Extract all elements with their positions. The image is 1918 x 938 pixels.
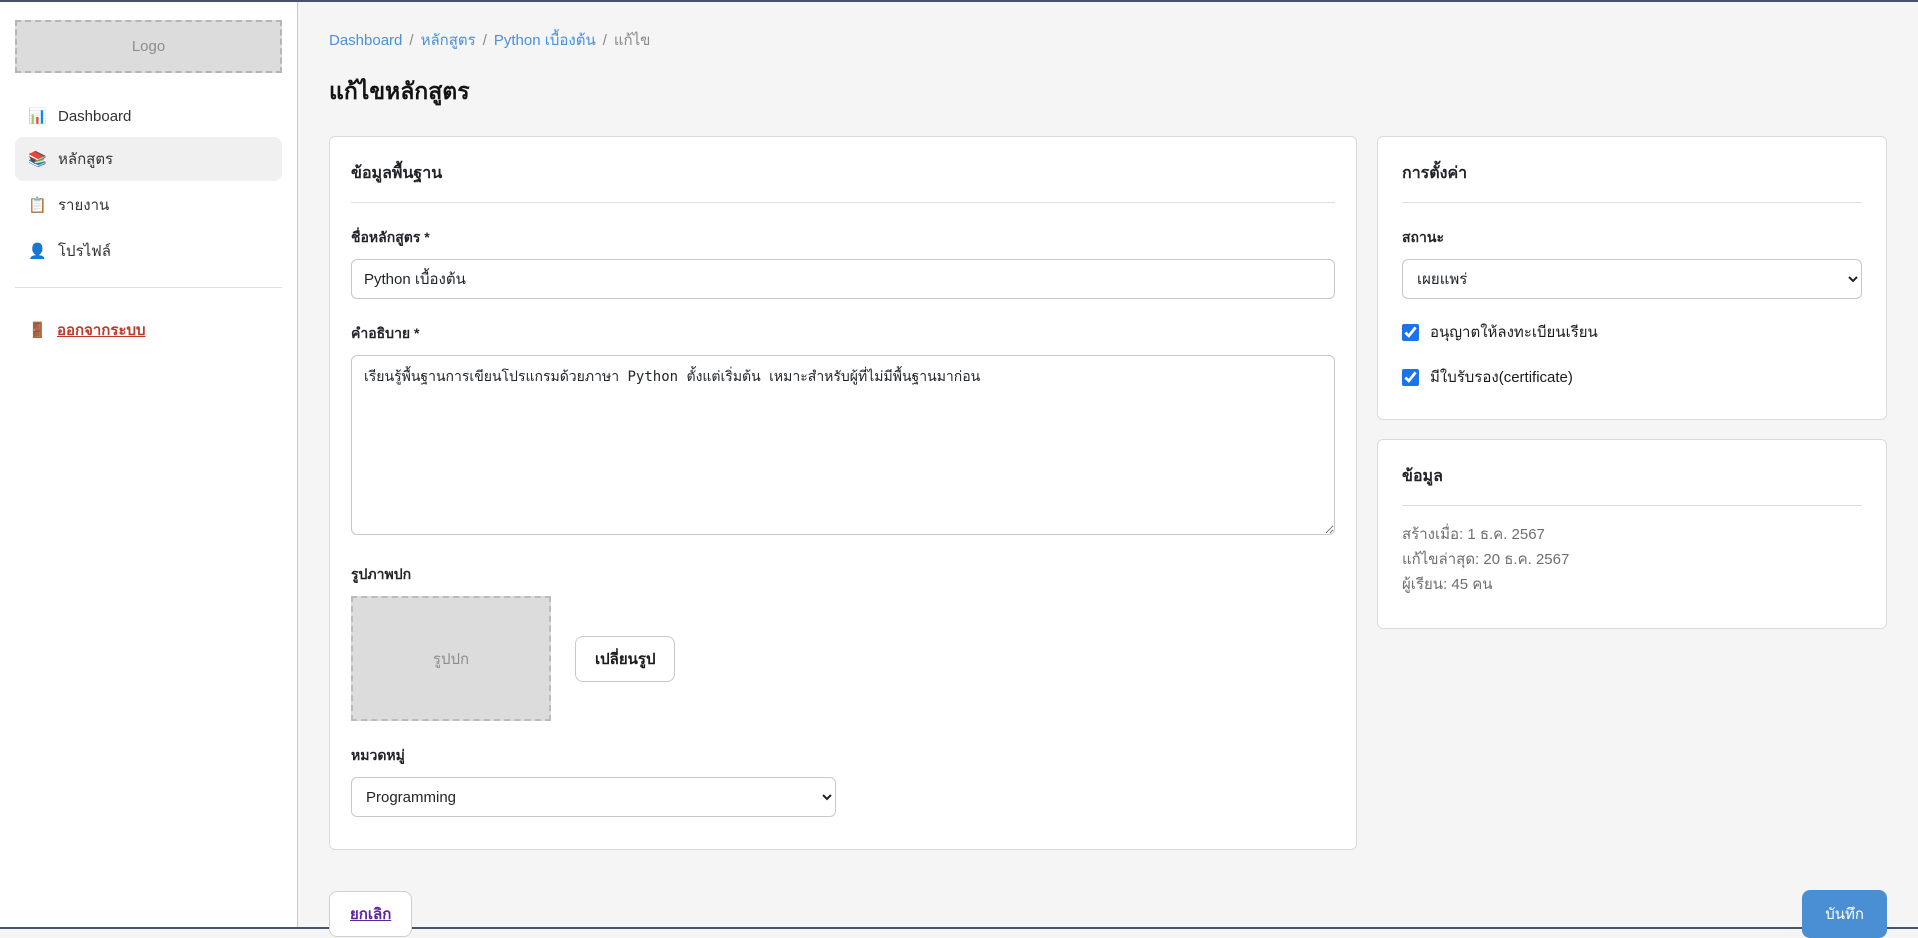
sidebar-item-label: Dashboard xyxy=(58,108,131,125)
action-bar: ยกเลิก บันทึก xyxy=(329,890,1887,938)
last-modified-text: แก้ไขล่าสุด: 20 ธ.ค. 2567 xyxy=(1402,549,1862,571)
bar-chart-icon: 📊 xyxy=(28,107,47,125)
person-icon: 👤 xyxy=(28,242,47,260)
cover-image-row: รูปปก เปลี่ยนรูป xyxy=(351,596,1335,721)
breadcrumb-current: แก้ไข xyxy=(614,32,651,49)
description-textarea[interactable]: เรียนรู้พื้นฐานการเขียนโปรแกรมด้วยภาษา P… xyxy=(351,355,1335,535)
card-divider xyxy=(1402,202,1862,203)
breadcrumb-separator: / xyxy=(409,32,413,49)
change-image-button[interactable]: เปลี่ยนรูป xyxy=(575,636,675,682)
main-content: Dashboard / หลักสูตร / Python เบื้องต้น / แก้ไ… xyxy=(298,2,1918,927)
certificate-label: มีใบรับรอง(certificate) xyxy=(1430,365,1573,389)
clipboard-icon: 📋 xyxy=(28,196,47,214)
allow-enrollment-label: อนุญาตให้ลงทะเบียนเรียน xyxy=(1430,320,1598,344)
basic-info-card: ข้อมูลพื้นฐาน ชื่อหลักสูตร * คำอธิบาย * … xyxy=(329,136,1357,850)
door-icon: 🚪 xyxy=(28,321,47,339)
basic-info-card-title: ข้อมูลพื้นฐาน xyxy=(351,161,1335,186)
sidebar-item-profile[interactable]: 👤 โปรไฟล์ xyxy=(15,229,282,273)
learner-count-text: ผู้เรียน: 45 คน xyxy=(1402,574,1862,596)
save-button[interactable]: บันทึก xyxy=(1802,890,1887,938)
description-label: คำอธิบาย * xyxy=(351,323,1335,345)
cancel-button[interactable]: ยกเลิก xyxy=(329,891,412,937)
logout-label: ออกจากระบบ xyxy=(57,318,146,342)
sidebar-nav: 📊 Dashboard 📚 หลักสูตร 📋 รายงาน 👤 โปรไฟล… xyxy=(15,97,282,273)
settings-card: การตั้งค่า สถานะ เผยแพร่ อนุญาตให้ลงทะเบ… xyxy=(1377,136,1887,420)
breadcrumb-separator: / xyxy=(603,32,607,49)
right-column: การตั้งค่า สถานะ เผยแพร่ อนุญาตให้ลงทะเบ… xyxy=(1377,136,1887,629)
sidebar-item-courses[interactable]: 📚 หลักสูตร xyxy=(15,137,282,181)
cover-image-label: รูปภาพปก xyxy=(351,564,1335,586)
content-columns: ข้อมูลพื้นฐาน ชื่อหลักสูตร * คำอธิบาย * … xyxy=(329,136,1887,850)
logo-placeholder: Logo xyxy=(15,20,282,73)
settings-card-title: การตั้งค่า xyxy=(1402,161,1862,186)
sidebar: Logo 📊 Dashboard 📚 หลักสูตร 📋 รายงาน 👤 โ… xyxy=(0,2,298,927)
sidebar-divider xyxy=(15,287,282,288)
certificate-checkbox[interactable] xyxy=(1402,369,1419,386)
card-divider xyxy=(1402,505,1862,506)
logout-link[interactable]: 🚪 ออกจากระบบ xyxy=(15,318,282,342)
cover-placeholder-label: รูปปก xyxy=(433,647,469,671)
status-select[interactable]: เผยแพร่ xyxy=(1402,259,1862,299)
breadcrumb-link-courses[interactable]: หลักสูตร xyxy=(421,32,476,49)
created-date-text: สร้างเมื่อ: 1 ธ.ค. 2567 xyxy=(1402,524,1862,546)
card-divider xyxy=(351,202,1335,203)
sidebar-item-label: รายงาน xyxy=(58,193,109,217)
cover-image-placeholder: รูปปก xyxy=(351,596,551,721)
breadcrumb-separator: / xyxy=(483,32,487,49)
course-name-label: ชื่อหลักสูตร * xyxy=(351,227,1335,249)
category-select[interactable]: Programming xyxy=(351,777,836,817)
sidebar-item-label: โปรไฟล์ xyxy=(58,239,111,263)
status-label: สถานะ xyxy=(1402,227,1862,249)
course-name-input[interactable] xyxy=(351,259,1335,299)
breadcrumb-link-course[interactable]: Python เบื้องต้น xyxy=(494,32,596,49)
allow-enrollment-checkbox[interactable] xyxy=(1402,324,1419,341)
allow-enrollment-row: อนุญาตให้ลงทะเบียนเรียน xyxy=(1402,320,1862,344)
certificate-row: มีใบรับรอง(certificate) xyxy=(1402,365,1862,389)
info-lines: สร้างเมื่อ: 1 ธ.ค. 2567 แก้ไขล่าสุด: 20 … xyxy=(1402,524,1862,595)
cancel-button-label: ยกเลิก xyxy=(350,906,391,923)
page-title: แก้ไขหลักสูตร xyxy=(329,74,1887,110)
breadcrumb-link-dashboard[interactable]: Dashboard xyxy=(329,32,402,49)
info-card: ข้อมูล สร้างเมื่อ: 1 ธ.ค. 2567 แก้ไขล่าส… xyxy=(1377,439,1887,629)
category-label: หมวดหมู่ xyxy=(351,745,1335,767)
info-card-title: ข้อมูล xyxy=(1402,464,1862,489)
sidebar-item-dashboard[interactable]: 📊 Dashboard xyxy=(15,97,282,135)
sidebar-item-reports[interactable]: 📋 รายงาน xyxy=(15,183,282,227)
logo-label: Logo xyxy=(132,38,165,55)
books-icon: 📚 xyxy=(28,150,47,168)
sidebar-item-label: หลักสูตร xyxy=(58,147,113,171)
breadcrumb: Dashboard / หลักสูตร / Python เบื้องต้น / แก้ไ… xyxy=(329,28,1887,52)
